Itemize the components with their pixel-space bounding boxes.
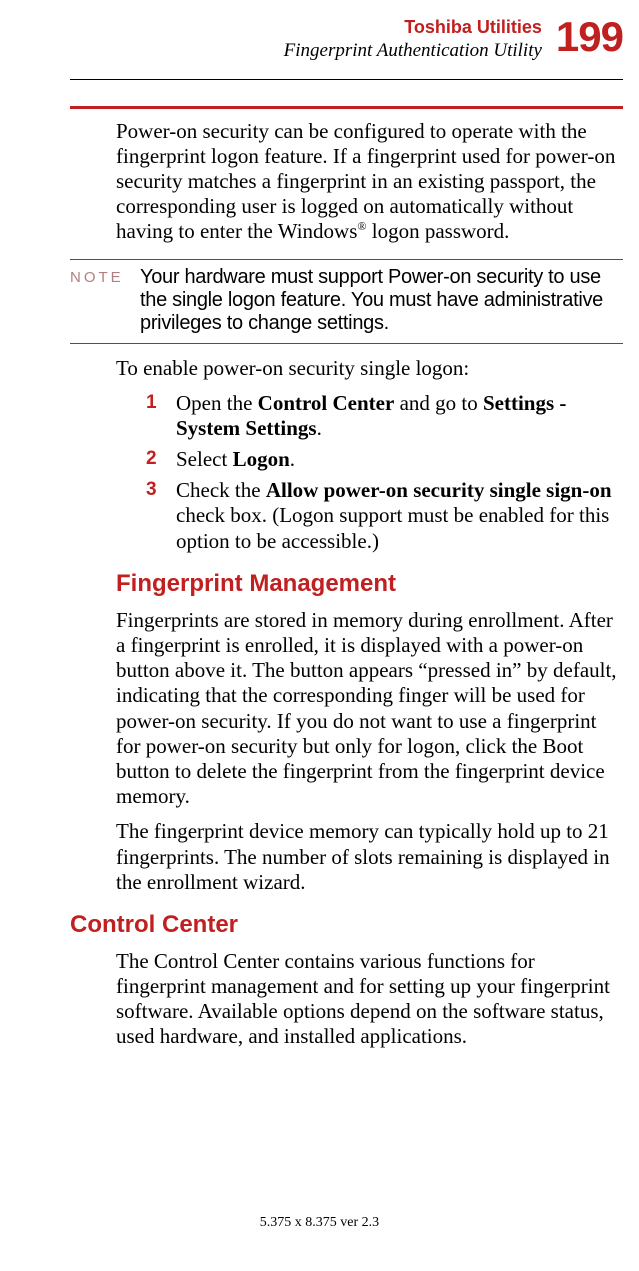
fm-paragraph-1: Fingerprints are stored in memory during…: [116, 608, 623, 810]
red-rule-top: [70, 106, 623, 109]
note-rule-top: [70, 259, 623, 260]
header-title: Toshiba Utilities: [284, 18, 542, 38]
step-number: 1: [146, 391, 176, 415]
note-rule-bottom: [70, 343, 623, 344]
note-block: NOTE Your hardware must support Power-on…: [116, 259, 623, 344]
header-titles: Toshiba Utilities Fingerprint Authentica…: [284, 18, 542, 63]
cc-paragraph: The Control Center contains various func…: [116, 949, 623, 1050]
registered-symbol: ®: [357, 219, 366, 233]
step-1: 1 Open the Control Center and go to Sett…: [146, 391, 623, 441]
step-2: 2 Select Logon.: [146, 447, 623, 472]
note-label: NOTE: [70, 266, 140, 286]
note-row: NOTE Your hardware must support Power-on…: [116, 266, 623, 335]
step-3: 3 Check the Allow power-on security sing…: [146, 478, 623, 554]
step-text: Open the Control Center and go to Settin…: [176, 391, 623, 441]
content-area: Power-on security can be configured to o…: [116, 80, 623, 1050]
heading-control-center: Control Center: [70, 911, 623, 939]
intro-paragraph: Power-on security can be configured to o…: [116, 119, 623, 245]
header-subtitle: Fingerprint Authentication Utility: [284, 40, 542, 63]
step-number: 2: [146, 447, 176, 471]
note-text: Your hardware must support Power-on secu…: [140, 266, 623, 335]
fm-paragraph-2: The fingerprint device memory can typica…: [116, 819, 623, 895]
step-number: 3: [146, 478, 176, 502]
enable-line: To enable power-on security single logon…: [116, 356, 623, 381]
page: Toshiba Utilities Fingerprint Authentica…: [0, 0, 639, 1271]
step-text: Select Logon.: [176, 447, 623, 472]
heading-fingerprint-management: Fingerprint Management: [116, 570, 623, 598]
footer-text: 5.375 x 8.375 ver 2.3: [0, 1215, 639, 1231]
steps-list: 1 Open the Control Center and go to Sett…: [146, 391, 623, 554]
page-number: 199: [556, 18, 623, 56]
intro-text-c: logon password.: [367, 219, 510, 243]
page-header: Toshiba Utilities Fingerprint Authentica…: [70, 18, 623, 63]
step-text: Check the Allow power-on security single…: [176, 478, 623, 554]
